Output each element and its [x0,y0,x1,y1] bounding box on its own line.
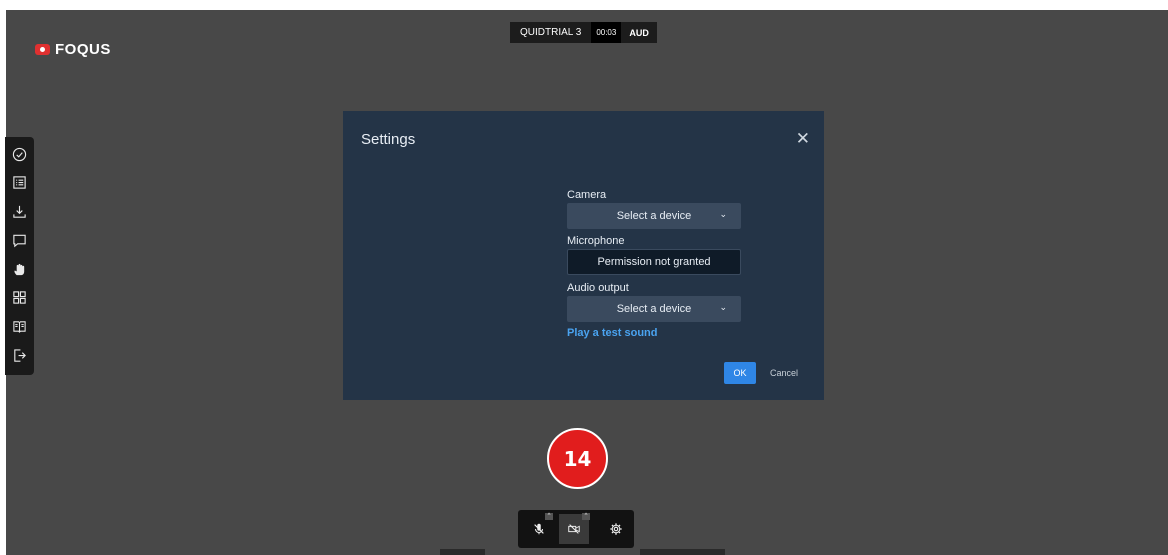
logo-mark-icon [35,44,50,55]
sidebar-item-check[interactable] [9,143,31,165]
audio-output-select-value: Select a device [616,303,692,315]
play-test-sound-link[interactable]: Play a test sound [567,327,657,339]
sidebar-item-download[interactable] [9,201,31,223]
download-icon [13,205,26,218]
microphone-select-value: Permission not granted [597,256,711,268]
chevron-down-icon: ⌄ [719,302,727,312]
audio-output-select[interactable]: Select a device ⌄ [567,296,741,322]
sidebar-item-book[interactable] [9,316,31,338]
mode-badge: AUD [629,27,649,38]
bottom-strip-right [640,549,725,555]
camera-label: Camera [567,189,607,201]
sidebar-item-exit[interactable] [9,345,31,367]
grid-icon [13,291,26,305]
sidebar-item-list[interactable] [9,172,31,194]
settings-button[interactable] [605,518,627,540]
mic-off-icon [534,523,544,535]
bottom-strip-left [440,549,485,555]
close-icon[interactable]: ✕ [796,129,810,149]
camera-toggle-button[interactable] [563,518,585,540]
logo: FOQUS [35,41,111,58]
meeting-topbar: QUIDTRIAL 3 00:03 AUD [510,22,657,43]
sidebar-item-grid[interactable] [9,287,31,309]
microphone-label: Microphone [567,235,625,247]
step-number-badge: 14 [547,428,608,489]
logo-text: FOQUS [55,41,111,58]
ok-button[interactable]: OK [724,362,756,384]
sidebar-item-chat[interactable] [9,229,31,251]
meeting-timer: 00:03 [591,22,622,43]
room-name: QUIDTRIAL 3 [520,27,582,38]
chevron-down-icon: ⌄ [719,209,727,219]
sidebar-item-raise-hand[interactable] [9,258,31,280]
check-circle-icon [12,147,27,161]
camera-off-icon [568,524,580,534]
left-sidebar [5,137,34,375]
book-icon [13,321,26,334]
media-toolbar: ^ ^ [518,510,634,548]
microphone-select[interactable]: Permission not granted [567,249,741,275]
gear-icon [610,523,622,535]
list-icon [13,176,26,189]
mic-toggle-button[interactable] [528,518,550,540]
settings-dialog: Settings ✕ Camera Select a device ⌄ Micr… [343,111,824,400]
exit-icon [14,349,26,362]
cancel-button[interactable]: Cancel [770,368,798,378]
audio-output-label: Audio output [567,282,629,294]
raise-hand-icon [14,263,25,275]
camera-select-value: Select a device [616,210,692,222]
camera-select[interactable]: Select a device ⌄ [567,203,741,229]
chat-icon [13,234,26,248]
dialog-title: Settings [361,131,416,148]
